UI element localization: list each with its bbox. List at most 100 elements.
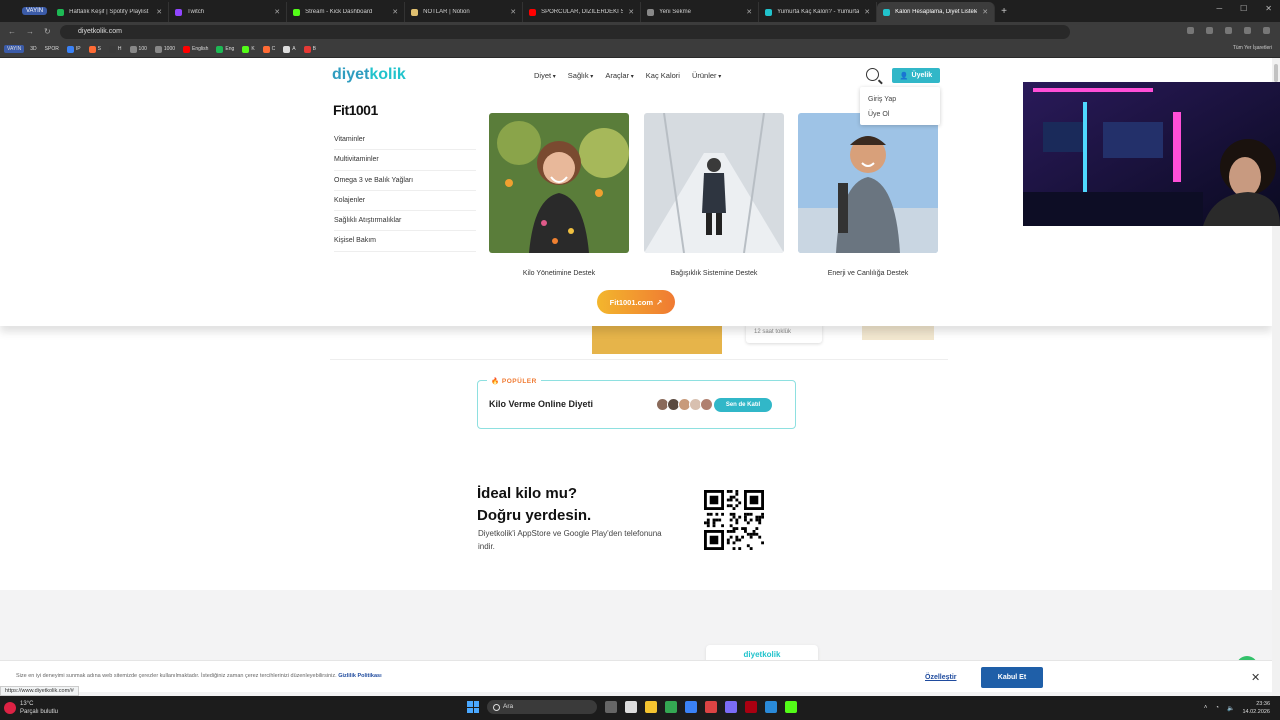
profile-icon[interactable] xyxy=(1244,27,1251,34)
mega-menu-item[interactable]: Multivitaminler xyxy=(334,150,476,171)
member-button[interactable]: 👤 Üyelik xyxy=(892,68,940,83)
tab-close-icon[interactable]: ✕ xyxy=(864,8,870,16)
tab-close-icon[interactable]: ✕ xyxy=(274,8,280,16)
bookmark-label: IP xyxy=(75,46,81,52)
file-explorer-icon[interactable] xyxy=(645,701,657,713)
taskbar-search[interactable]: Ara xyxy=(487,700,597,714)
cookie-accept-button[interactable]: Kabul Et xyxy=(981,667,1043,688)
bookmark-icon xyxy=(88,45,96,53)
tab-close-icon[interactable]: ✕ xyxy=(156,8,162,16)
menu-icon[interactable] xyxy=(1263,27,1270,34)
weather-widget[interactable]: 13°C Parçalı bulutlu xyxy=(4,700,58,716)
browser-tab[interactable]: NOTLAR | Notion ✕ xyxy=(405,2,524,22)
fit1001-link-button[interactable]: Fit1001.com ↗ xyxy=(597,290,675,314)
cookie-customize-link[interactable]: Özelleştir xyxy=(925,674,957,681)
promo-card[interactable]: Kilo Yönetimine Destek xyxy=(489,113,629,277)
extension-icon[interactable] xyxy=(1225,27,1232,34)
avatar-group xyxy=(656,398,713,411)
external-link-icon: ↗ xyxy=(656,297,663,307)
app-icon[interactable] xyxy=(705,701,717,713)
bookmark-item[interactable]: C xyxy=(261,45,278,53)
maximize-icon[interactable]: ☐ xyxy=(1240,4,1247,13)
join-button[interactable]: Sen de Katıl xyxy=(714,398,772,412)
bookmark-item[interactable]: S xyxy=(87,45,103,53)
bookmark-item[interactable]: B xyxy=(302,45,318,53)
opera-icon[interactable] xyxy=(745,701,757,713)
browser-tab[interactable]: Stream - Kick Dashboard ✕ xyxy=(287,2,406,22)
app-icon[interactable] xyxy=(685,701,697,713)
browser-tab[interactable]: Yumurta Kaç Kalori? - Yumurta ✕ xyxy=(759,2,878,22)
login-link[interactable]: Giriş Yap xyxy=(868,92,932,107)
mega-menu-item[interactable]: Omega 3 ve Balık Yağları xyxy=(334,171,476,191)
bookmark-item[interactable]: Eng xyxy=(214,45,236,53)
tab-close-icon[interactable]: ✕ xyxy=(982,8,988,16)
tab-title: Kalori Hesaplama, Diyet Listeleri xyxy=(895,9,978,15)
browser-tab[interactable]: SPORCULAR, DİZİLERDEKİ SPOR ✕ xyxy=(523,2,642,22)
close-icon[interactable]: ✕ xyxy=(1251,671,1260,684)
nav-item[interactable]: Kaç Kalori xyxy=(646,71,680,80)
clock[interactable]: 23:36 14.02.2026 xyxy=(1242,700,1270,716)
bookmark-item[interactable]: VAYIN xyxy=(4,45,25,53)
mega-menu-item[interactable]: Kişisel Bakım xyxy=(334,231,476,252)
chevron-up-icon[interactable]: ˄ xyxy=(1204,705,1208,711)
mega-menu-item[interactable]: Sağlıklı Atıştırmalıklar xyxy=(334,211,476,232)
bookmark-item[interactable]: A xyxy=(281,45,297,53)
promo-card[interactable]: Enerji ve Canlılığa Destek xyxy=(798,113,938,277)
popular-card[interactable]: 🔥 POPÜLER Kilo Verme Online Diyeti Sen d… xyxy=(477,377,796,429)
mega-menu-item[interactable]: Vitaminler xyxy=(334,130,476,151)
browser-tab[interactable]: Yeni Sekme ✕ xyxy=(641,2,760,22)
bookmark-label: 1000 xyxy=(163,46,176,52)
register-link[interactable]: Üye Ol xyxy=(868,107,932,122)
bookmark-item[interactable]: English xyxy=(181,45,210,53)
wifi-icon[interactable]: ◔ xyxy=(1215,705,1219,711)
bookmark-item[interactable]: SPOR xyxy=(43,46,61,52)
extension-icon[interactable] xyxy=(1206,27,1213,34)
close-window-icon[interactable]: ✕ xyxy=(1265,4,1272,13)
tab-close-icon[interactable]: ✕ xyxy=(510,8,516,16)
kick-icon[interactable] xyxy=(785,701,797,713)
all-bookmarks[interactable]: Tüm Yer İşaretleri xyxy=(1233,45,1272,51)
bookmark-item[interactable]: 3D xyxy=(28,46,38,52)
browser-tab[interactable]: Haftalık Keşif | Spotify Playlist ✕ xyxy=(51,2,170,22)
forward-icon[interactable]: → xyxy=(26,27,34,36)
nav-item[interactable]: Araçlar xyxy=(605,71,633,80)
tab-title: SPORCULAR, DİZİLERDEKİ SPOR xyxy=(541,9,624,15)
scrollbar-thumb[interactable] xyxy=(1274,64,1278,82)
mega-menu-item[interactable]: Kolajenler xyxy=(334,191,476,212)
site-logo[interactable]: diyetkolik xyxy=(332,66,406,84)
discord-icon[interactable] xyxy=(725,701,737,713)
app-icon[interactable] xyxy=(765,701,777,713)
chrome-icon[interactable] xyxy=(665,701,677,713)
nav-item[interactable]: Sağlık xyxy=(568,71,594,80)
new-tab-button[interactable]: + xyxy=(1001,6,1007,17)
back-icon[interactable]: ← xyxy=(8,27,16,36)
tab-close-icon[interactable]: ✕ xyxy=(746,8,752,16)
task-view-icon[interactable] xyxy=(605,701,617,713)
bookmark-item[interactable]: 100 xyxy=(128,45,149,53)
reload-icon[interactable]: ↻ xyxy=(44,27,51,36)
minimize-icon[interactable]: ─ xyxy=(1216,4,1222,13)
nav-item[interactable]: Ürünler xyxy=(692,71,721,80)
browser-tab[interactable]: Twitch ✕ xyxy=(169,2,288,22)
settings-icon[interactable] xyxy=(625,701,637,713)
bookmark-item[interactable]: H xyxy=(107,45,124,53)
nav-item[interactable]: Diyet xyxy=(534,71,556,80)
volume-icon[interactable]: 🔈 xyxy=(1227,705,1234,712)
search-icon[interactable] xyxy=(866,68,879,81)
star-icon[interactable] xyxy=(1187,27,1194,34)
windows-start-icon[interactable] xyxy=(467,701,479,713)
tab-group-label[interactable]: VAYIN xyxy=(22,7,48,15)
promo-card[interactable]: Bağışıklık Sistemine Destek xyxy=(644,113,784,277)
bookmark-item[interactable]: IP xyxy=(65,45,83,53)
tab-close-icon[interactable]: ✕ xyxy=(392,8,398,16)
tab-favicon-icon xyxy=(647,8,655,16)
tab-close-icon[interactable]: ✕ xyxy=(628,8,634,16)
address-input[interactable]: diyetkolik.com xyxy=(60,25,1070,39)
fit1001-logo[interactable]: Fit1001 xyxy=(333,102,378,118)
browser-tab[interactable]: Kalori Hesaplama, Diyet Listeleri ✕ xyxy=(877,2,996,22)
hero-info-card: 12 saat toklük xyxy=(746,323,822,343)
bookmark-item[interactable]: 1000 xyxy=(153,45,177,53)
bookmark-item[interactable]: K xyxy=(240,45,256,53)
bookmark-icon xyxy=(242,45,250,53)
privacy-policy-link[interactable]: Gizlilik Politikası xyxy=(338,673,381,679)
